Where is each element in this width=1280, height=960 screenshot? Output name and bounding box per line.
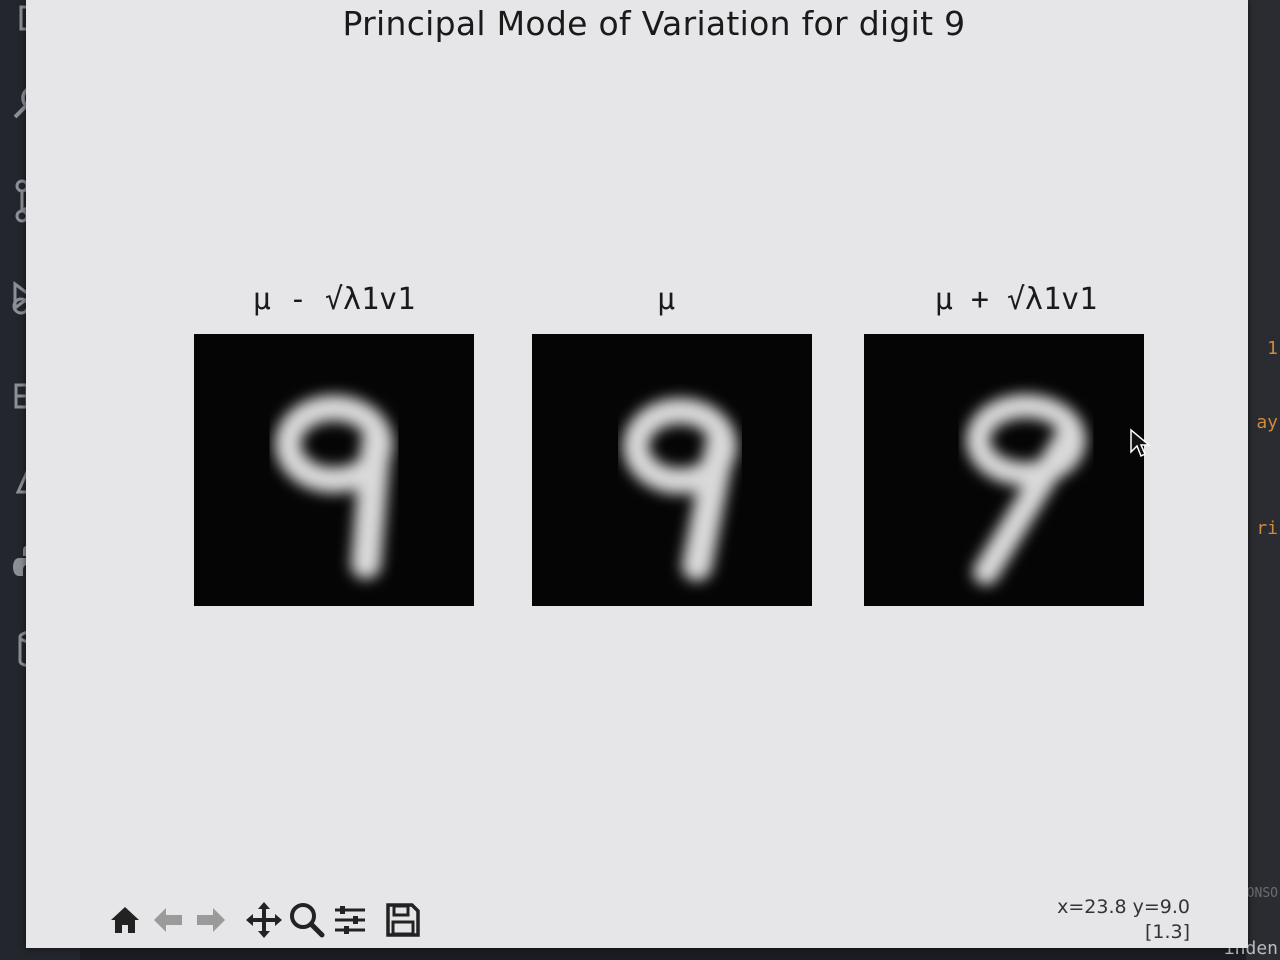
subplot-title-mean: μ [656,282,676,317]
editor-text-fragment: ay [1256,412,1278,433]
editor-text-fragment: 1 [1267,338,1278,359]
editor-panel-edge: 1 ay ri CONSO inden [1224,0,1280,960]
configure-subplots-icon[interactable] [329,896,371,944]
home-icon[interactable] [104,896,146,944]
pixel-value-text: [1.3] [1144,921,1190,943]
back-arrow-icon[interactable] [147,896,189,944]
editor-text-fragment: ri [1256,518,1278,539]
mouse-pointer-icon [1129,428,1153,464]
image-axes-mean[interactable] [532,334,812,606]
forward-arrow-icon[interactable] [190,896,232,944]
image-axes-minus[interactable] [194,334,474,606]
pan-icon[interactable] [243,896,285,944]
zoom-icon[interactable] [286,896,328,944]
image-axes-plus[interactable] [864,334,1144,606]
cursor-coordinates-readout: x=23.8 y=9.0 [1.3] [1057,895,1190,945]
digit-nine-image [275,395,393,579]
digit-nine-image [966,394,1086,585]
subplot-title-plus: μ + √λ1v1 [934,282,1098,317]
save-icon[interactable] [382,896,424,944]
subplot-title-minus: μ - √λ1v1 [252,282,416,317]
figure-window: Principal Mode of Variation for digit 9 … [26,0,1248,948]
figure-title: Principal Mode of Variation for digit 9 [342,4,966,43]
coordinate-text: x=23.8 y=9.0 [1057,896,1190,918]
digit-nine-image [623,398,737,581]
navigation-toolbar [104,890,504,950]
